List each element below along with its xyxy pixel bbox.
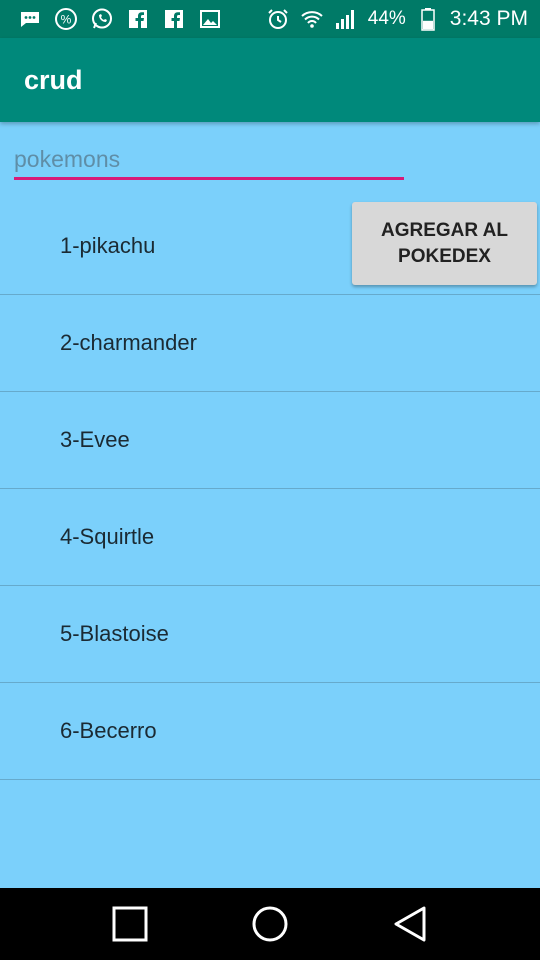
list-item[interactable]: 3-Evee	[0, 392, 540, 489]
whatsapp-icon	[90, 7, 114, 31]
status-notifications: %	[0, 7, 222, 31]
list-item-label: 4-Squirtle	[60, 524, 155, 549]
list-item-label: 2-charmander	[60, 330, 197, 355]
navigation-bar	[0, 888, 540, 960]
main-content: 1-pikachu AGREGAR AL POKEDEX 2-charmande…	[0, 122, 540, 888]
svg-text:%: %	[61, 13, 72, 27]
home-icon	[252, 906, 288, 942]
discount-icon: %	[54, 7, 78, 31]
list-item[interactable]: 1-pikachu AGREGAR AL POKEDEX	[0, 198, 540, 295]
status-bar: % 44% 3:43 PM	[0, 0, 540, 38]
status-system: 44% 3:43 PM	[266, 7, 540, 31]
list-item-label: 6-Becerro	[60, 718, 157, 743]
pokemon-list: 1-pikachu AGREGAR AL POKEDEX 2-charmande…	[0, 198, 540, 780]
list-item-label: 5-Blastoise	[60, 621, 169, 646]
facebook-icon	[126, 7, 150, 31]
facebook-icon	[162, 7, 186, 31]
wifi-icon	[300, 7, 324, 31]
recents-button[interactable]	[106, 900, 154, 948]
app-title: crud	[24, 64, 83, 95]
app-bar: crud	[0, 38, 540, 122]
back-button[interactable]	[386, 900, 434, 948]
gallery-icon	[198, 7, 222, 31]
list-item[interactable]: 5-Blastoise	[0, 586, 540, 683]
list-item[interactable]: 4-Squirtle	[0, 489, 540, 586]
list-item[interactable]: 2-charmander	[0, 295, 540, 392]
recents-icon	[112, 906, 148, 942]
signal-icon	[334, 7, 358, 31]
messages-icon	[18, 7, 42, 31]
list-item-label: 3-Evee	[60, 427, 130, 452]
battery-percent: 44%	[367, 8, 406, 29]
list-item-label: 1-pikachu	[60, 233, 156, 258]
add-to-pokedex-button[interactable]: AGREGAR AL POKEDEX	[352, 202, 537, 285]
battery-icon	[416, 7, 440, 31]
list-item[interactable]: 6-Becerro	[0, 683, 540, 780]
clock: 3:43 PM	[449, 7, 528, 30]
back-icon	[394, 906, 426, 942]
alarm-icon	[266, 7, 290, 31]
search-input[interactable]	[14, 142, 404, 176]
search-field	[14, 142, 404, 180]
home-button[interactable]	[246, 900, 294, 948]
